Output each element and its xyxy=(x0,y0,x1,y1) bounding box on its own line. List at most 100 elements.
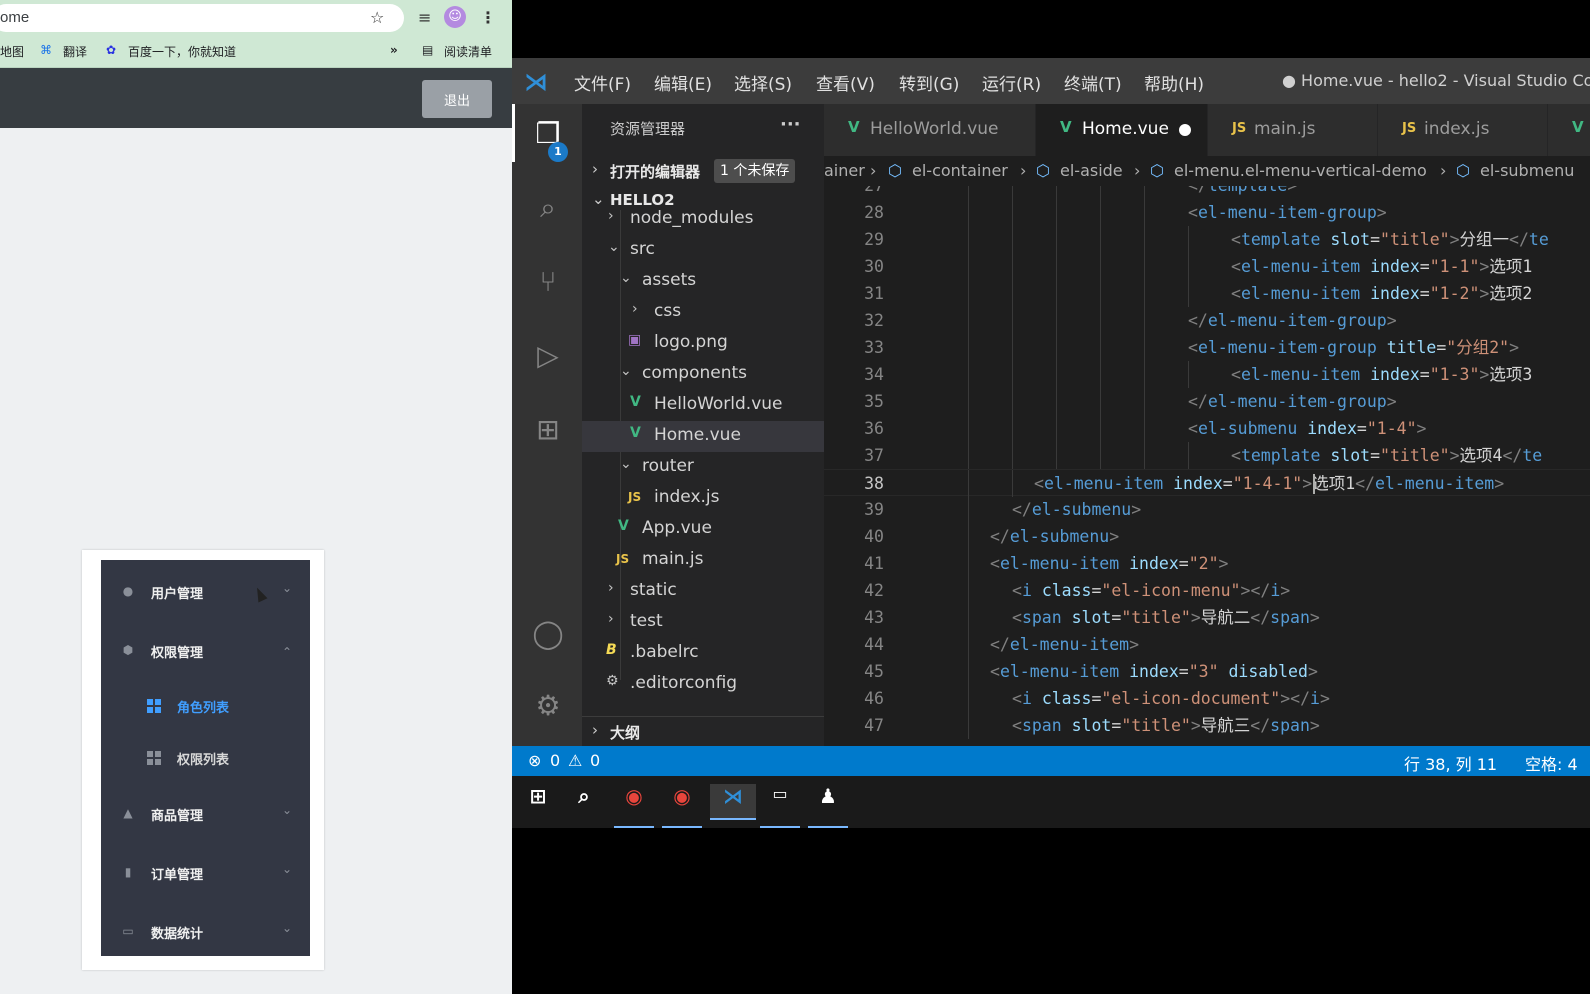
menu-selection[interactable]: 选择(S) xyxy=(734,70,792,95)
tab-main-js[interactable]: JS main.js xyxy=(1208,104,1378,156)
tab-helloworld-vue[interactable]: V HelloWorld.vue xyxy=(824,104,1036,156)
open-editors-section[interactable]: › 打开的编辑器 1 个未保存 xyxy=(582,156,824,186)
code-line[interactable]: 46 <i class="el-icon-document"></i> xyxy=(824,685,1590,712)
tree-home-vue[interactable]: V Home.vue xyxy=(582,421,824,452)
code-line[interactable]: 43 <span slot="title">导航二</span> xyxy=(824,604,1590,631)
account-icon[interactable]: ◯ xyxy=(530,616,566,652)
code-line[interactable]: 27 </template> xyxy=(824,186,1590,199)
menu-item-data-statistics[interactable]: ▭ 数据统计 ⌄ xyxy=(101,906,310,958)
indentation-setting[interactable]: 空格: 4 xyxy=(1525,751,1578,775)
qq-icon[interactable]: ♟ xyxy=(810,784,846,820)
code-line[interactable]: 30 <el-menu-item index="1-1">选项1 xyxy=(824,253,1590,280)
code-line[interactable]: 29 <template slot="title">分组一</te xyxy=(824,226,1590,253)
code-line[interactable]: 42 <i class="el-icon-menu"></i> xyxy=(824,577,1590,604)
bookmarks-overflow-button[interactable]: » xyxy=(390,43,398,57)
breadcrumb-item[interactable]: ainer xyxy=(824,161,865,180)
submenu-item-role-list[interactable]: 角色列表 xyxy=(101,684,310,728)
indent-guide xyxy=(968,361,969,388)
address-text[interactable]: ome xyxy=(0,9,29,26)
warning-count[interactable]: 0 xyxy=(590,751,600,770)
menu-edit[interactable]: 编辑(E) xyxy=(654,70,712,95)
star-icon[interactable]: ☆ xyxy=(370,8,384,27)
chrome-icon[interactable]: ◉ xyxy=(616,784,652,820)
code-line[interactable]: 44 </el-menu-item> xyxy=(824,631,1590,658)
menu-item-order-management[interactable]: ▮ 订单管理 ⌄ xyxy=(101,847,310,899)
code-line[interactable]: 45 <el-menu-item index="3" disabled> xyxy=(824,658,1590,685)
chrome-icon[interactable]: ◉ xyxy=(664,784,700,820)
code-line[interactable]: 32 </el-menu-item-group> xyxy=(824,307,1590,334)
menu-item-user-management[interactable]: ● 用户管理 ⌄ xyxy=(101,566,310,618)
code-line[interactable]: 38 <el-menu-item index="1-4-1">选项1</el-me… xyxy=(824,469,1590,497)
breadcrumb-item[interactable]: el-container xyxy=(912,161,1008,180)
menu-file[interactable]: 文件(F) xyxy=(574,70,631,95)
code-line[interactable]: 35 </el-menu-item-group> xyxy=(824,388,1590,415)
terminal-icon[interactable]: ▭ xyxy=(762,784,798,820)
search-icon[interactable]: ⌕ xyxy=(530,190,566,226)
menu-help[interactable]: 帮助(H) xyxy=(1144,70,1204,95)
tree-static[interactable]: › static xyxy=(582,576,824,607)
windows-start-icon[interactable]: ⊞ xyxy=(520,784,556,820)
search-icon[interactable]: ⌕ xyxy=(566,784,602,820)
tab-home-vue[interactable]: V Home.vue xyxy=(1036,104,1208,156)
breadcrumb-item[interactable]: el-menu.el-menu-vertical-demo xyxy=(1174,161,1427,180)
tab-overflow[interactable]: V xyxy=(1548,104,1590,156)
tree-components[interactable]: ⌄ components xyxy=(582,359,824,390)
tree-assets[interactable]: ⌄ assets xyxy=(582,266,824,297)
tree-app-vue[interactable]: V App.vue xyxy=(582,514,824,545)
tree-editorconfig[interactable]: ⚙ .editorconfig xyxy=(582,669,824,700)
tree-router[interactable]: ⌄ router xyxy=(582,452,824,483)
code-line[interactable]: 31 <el-menu-item index="1-2">选项2 xyxy=(824,280,1590,307)
address-bar[interactable]: ome ☆ xyxy=(0,4,404,32)
code-line[interactable]: 36 <el-submenu index="1-4"> xyxy=(824,415,1590,442)
code-line[interactable]: 33 <el-menu-item-group title="分组2"> xyxy=(824,334,1590,361)
kebab-menu-icon[interactable]: ⋮ xyxy=(480,8,496,27)
cursor-position[interactable]: 行 38, 列 11 xyxy=(1404,751,1497,775)
code-line[interactable]: 34 <el-menu-item index="1-3">选项3 xyxy=(824,361,1590,388)
gear-icon[interactable]: ⚙ xyxy=(530,688,566,724)
tree-babelrc[interactable]: B .babelrc xyxy=(582,638,824,669)
bookmark-translate[interactable]: 翻译 xyxy=(63,43,87,60)
menu-view[interactable]: 查看(V) xyxy=(816,70,875,95)
outline-section[interactable]: › 大纲 xyxy=(582,716,824,746)
tree-src[interactable]: ⌄ src xyxy=(582,235,824,266)
tab-index-js[interactable]: JS index.js xyxy=(1378,104,1548,156)
menu-item-permission-management[interactable]: ⬢ 权限管理 ⌃ xyxy=(101,625,310,677)
tree-css[interactable]: › css xyxy=(582,297,824,328)
vscode-icon[interactable]: ⋊ xyxy=(710,784,756,820)
code-line[interactable]: 41 <el-menu-item index="2"> xyxy=(824,550,1590,577)
chevron-down-icon: ⌄ xyxy=(608,239,620,255)
error-icon[interactable]: ⊗ xyxy=(528,751,541,770)
source-control-icon[interactable]: ⑂ xyxy=(530,264,566,300)
bookmark-baidu[interactable]: 百度一下，你就知道 xyxy=(128,43,236,60)
run-debug-icon[interactable]: ▷ xyxy=(530,338,566,374)
code-view[interactable]: 27 </template> 28 <el-menu-item-group> 29 <te… xyxy=(824,186,1590,746)
more-actions-button[interactable]: ··· xyxy=(780,114,801,135)
tree-helloworld-vue[interactable]: V HelloWorld.vue xyxy=(582,390,824,421)
tree-node_modules[interactable]: › node_modules xyxy=(582,210,824,235)
code-line[interactable]: 40 </el-submenu> xyxy=(824,523,1590,550)
tree-index-js[interactable]: JS index.js xyxy=(582,483,824,514)
tree-logo-png[interactable]: ▣ logo.png xyxy=(582,328,824,359)
breadcrumb-item[interactable]: el-aside xyxy=(1060,161,1123,180)
code-line[interactable]: 39 </el-submenu> xyxy=(824,496,1590,523)
media-queue-icon[interactable]: ≡ xyxy=(418,8,431,27)
warning-icon[interactable]: ⚠ xyxy=(568,751,582,770)
menu-item-goods-management[interactable]: ▲ 商品管理 ⌄ xyxy=(101,788,310,840)
code-line[interactable]: 37 <template slot="title">选项4</te xyxy=(824,442,1590,469)
menu-terminal[interactable]: 终端(T) xyxy=(1064,70,1122,95)
profile-avatar-icon[interactable]: ☺ xyxy=(444,6,466,28)
error-count[interactable]: 0 xyxy=(550,751,560,770)
code-line[interactable]: 28 <el-menu-item-group> xyxy=(824,199,1590,226)
extensions-icon[interactable]: ⊞ xyxy=(530,412,566,448)
unsaved-dot-icon[interactable] xyxy=(1179,124,1191,136)
logout-button[interactable]: 退出 xyxy=(422,80,492,118)
tree-test[interactable]: › test xyxy=(582,607,824,638)
menu-go[interactable]: 转到(G) xyxy=(899,70,959,95)
bookmark-map[interactable]: 地图 xyxy=(0,43,24,60)
menu-run[interactable]: 运行(R) xyxy=(982,70,1041,95)
reading-list-button[interactable]: 阅读清单 xyxy=(444,43,492,60)
breadcrumb-item[interactable]: el-submenu xyxy=(1480,161,1574,180)
code-line[interactable]: 47 <span slot="title">导航三</span> xyxy=(824,712,1590,739)
submenu-item-permission-list[interactable]: 权限列表 xyxy=(101,736,310,780)
tree-main-js[interactable]: JS main.js xyxy=(582,545,824,576)
